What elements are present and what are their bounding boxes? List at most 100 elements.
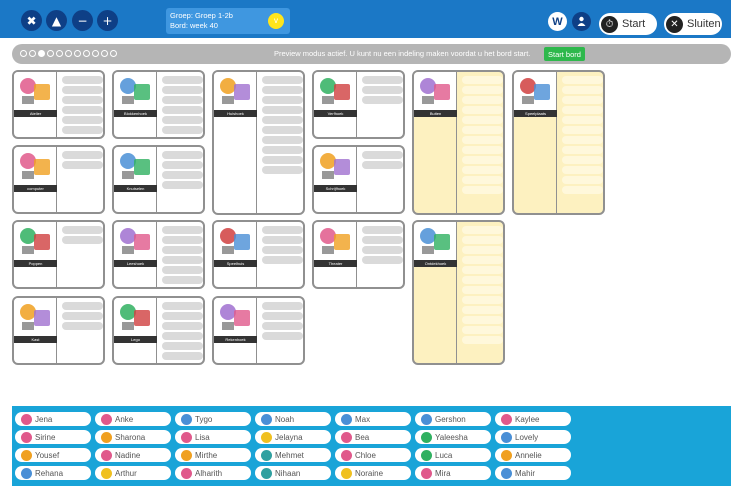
empty-slot[interactable]: [262, 156, 303, 164]
page-dot[interactable]: [110, 50, 117, 57]
empty-slot[interactable]: [262, 76, 303, 84]
activity-card[interactable]: Ontdekhoek: [412, 220, 505, 365]
group-board-info[interactable]: Groep: Groep 1-2b Bord: week 40 v: [166, 8, 290, 34]
empty-slot[interactable]: [62, 151, 103, 159]
empty-slot[interactable]: [62, 86, 103, 94]
empty-slot[interactable]: [462, 86, 503, 94]
page-dot[interactable]: [29, 50, 36, 57]
child-chip[interactable]: Yaleesha: [415, 430, 491, 444]
empty-slot[interactable]: [262, 96, 303, 104]
empty-slot[interactable]: [262, 312, 303, 320]
empty-slot[interactable]: [462, 246, 503, 254]
empty-slot[interactable]: [162, 256, 203, 264]
empty-slot[interactable]: [562, 96, 603, 104]
w-button[interactable]: W: [548, 12, 567, 31]
empty-slot[interactable]: [462, 166, 503, 174]
child-chip[interactable]: Noah: [255, 412, 331, 426]
empty-slot[interactable]: [362, 256, 403, 264]
child-chip[interactable]: Sirine: [15, 430, 91, 444]
empty-slot[interactable]: [62, 226, 103, 234]
empty-slot[interactable]: [462, 336, 503, 344]
page-dot[interactable]: [38, 50, 45, 57]
empty-slot[interactable]: [462, 236, 503, 244]
child-chip[interactable]: Yousef: [15, 448, 91, 462]
activity-card[interactable]: Buiten: [412, 70, 505, 215]
zoom-out-icon[interactable]: −: [72, 10, 93, 31]
empty-slot[interactable]: [162, 246, 203, 254]
empty-slot[interactable]: [262, 226, 303, 234]
empty-slot[interactable]: [62, 116, 103, 124]
empty-slot[interactable]: [562, 176, 603, 184]
chevron-down-icon[interactable]: v: [268, 13, 284, 29]
empty-slot[interactable]: [462, 266, 503, 274]
empty-slot[interactable]: [362, 246, 403, 254]
activity-card[interactable]: Speelhuis: [212, 220, 305, 289]
empty-slot[interactable]: [162, 342, 203, 350]
empty-slot[interactable]: [62, 126, 103, 134]
page-dot[interactable]: [56, 50, 63, 57]
empty-slot[interactable]: [162, 226, 203, 234]
empty-slot[interactable]: [262, 126, 303, 134]
start-board-button[interactable]: Start bord: [544, 47, 585, 61]
activity-card[interactable]: Rekenhoek: [212, 296, 305, 365]
page-dot[interactable]: [101, 50, 108, 57]
empty-slot[interactable]: [462, 186, 503, 194]
child-chip[interactable]: Mahir: [495, 466, 571, 480]
empty-slot[interactable]: [462, 146, 503, 154]
child-chip[interactable]: Annelie: [495, 448, 571, 462]
empty-slot[interactable]: [362, 151, 403, 159]
page-dot[interactable]: [74, 50, 81, 57]
close-button[interactable]: ✕ Sluiten: [664, 13, 722, 35]
empty-slot[interactable]: [462, 226, 503, 234]
activity-card[interactable]: Poppen: [12, 220, 105, 289]
child-chip[interactable]: Nadine: [95, 448, 171, 462]
empty-slot[interactable]: [262, 146, 303, 154]
child-chip[interactable]: Tygo: [175, 412, 251, 426]
child-chip[interactable]: Bea: [335, 430, 411, 444]
tools-icon[interactable]: ✖: [21, 10, 42, 31]
empty-slot[interactable]: [62, 106, 103, 114]
child-chip[interactable]: Mira: [415, 466, 491, 480]
empty-slot[interactable]: [462, 286, 503, 294]
empty-slot[interactable]: [162, 151, 203, 159]
page-dot[interactable]: [47, 50, 54, 57]
child-chip[interactable]: Max: [335, 412, 411, 426]
empty-slot[interactable]: [462, 306, 503, 314]
empty-slot[interactable]: [162, 276, 203, 284]
child-chip[interactable]: Sharona: [95, 430, 171, 444]
empty-slot[interactable]: [462, 176, 503, 184]
empty-slot[interactable]: [562, 126, 603, 134]
empty-slot[interactable]: [162, 332, 203, 340]
empty-slot[interactable]: [62, 302, 103, 310]
child-chip[interactable]: Anke: [95, 412, 171, 426]
child-chip[interactable]: Lisa: [175, 430, 251, 444]
empty-slot[interactable]: [262, 332, 303, 340]
empty-slot[interactable]: [62, 236, 103, 244]
empty-slot[interactable]: [162, 161, 203, 169]
empty-slot[interactable]: [562, 106, 603, 114]
empty-slot[interactable]: [262, 116, 303, 124]
empty-slot[interactable]: [62, 76, 103, 84]
empty-slot[interactable]: [162, 322, 203, 330]
activity-card[interactable]: Blokkenhoek: [112, 70, 205, 139]
empty-slot[interactable]: [262, 236, 303, 244]
page-dot[interactable]: [65, 50, 72, 57]
empty-slot[interactable]: [62, 161, 103, 169]
empty-slot[interactable]: [162, 171, 203, 179]
empty-slot[interactable]: [362, 236, 403, 244]
activity-card[interactable]: Speelplaats: [512, 70, 605, 215]
empty-slot[interactable]: [162, 236, 203, 244]
empty-slot[interactable]: [462, 156, 503, 164]
empty-slot[interactable]: [562, 156, 603, 164]
child-chip[interactable]: Kaylee: [495, 412, 571, 426]
child-chip[interactable]: Mehmet: [255, 448, 331, 462]
activity-card[interactable]: Huishoek: [212, 70, 305, 215]
empty-slot[interactable]: [62, 96, 103, 104]
activity-card[interactable]: Lego: [112, 296, 205, 365]
empty-slot[interactable]: [462, 126, 503, 134]
child-chip[interactable]: Rehana: [15, 466, 91, 480]
empty-slot[interactable]: [262, 322, 303, 330]
empty-slot[interactable]: [162, 126, 203, 134]
child-chip[interactable]: Luca: [415, 448, 491, 462]
empty-slot[interactable]: [162, 86, 203, 94]
